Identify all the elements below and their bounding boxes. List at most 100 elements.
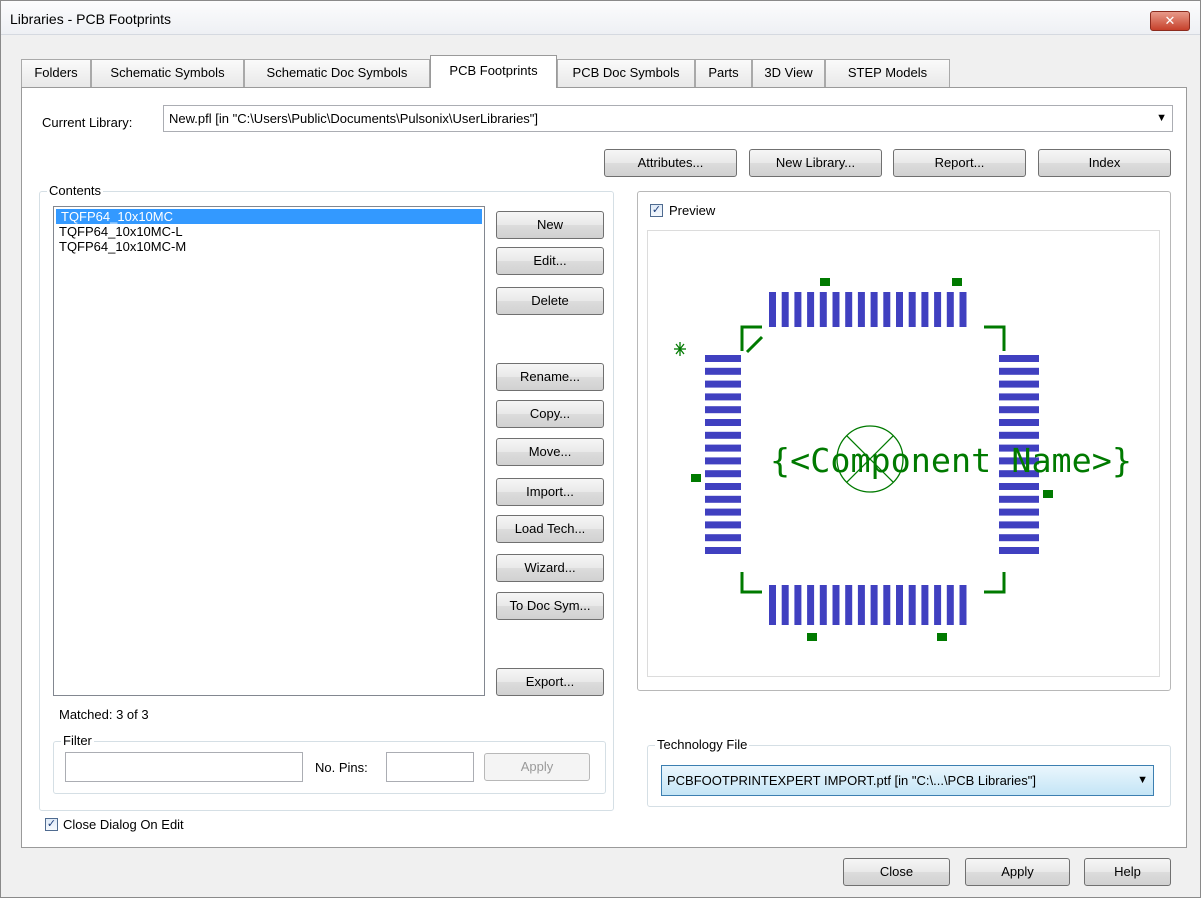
pad-left <box>705 406 741 414</box>
pad-left <box>705 508 741 516</box>
technology-file-value: PCBFOOTPRINTEXPERT IMPORT.ptf [in "C:\..… <box>667 773 1036 788</box>
help-button[interactable]: Help <box>1084 858 1171 886</box>
pad-bottom <box>883 585 891 625</box>
pad-top <box>946 292 954 327</box>
pad-right <box>999 495 1039 503</box>
copy-button[interactable]: Copy... <box>496 400 604 428</box>
new-library-button[interactable]: New Library... <box>749 149 882 177</box>
component-name-text: {<Component Name>} <box>770 441 1132 480</box>
silk-corner <box>740 572 762 594</box>
close-on-edit-label: Close Dialog On Edit <box>63 817 184 832</box>
pad-top <box>896 292 903 327</box>
pad-bottom <box>769 585 776 625</box>
current-library-label: Current Library: <box>42 115 133 130</box>
pad-left <box>705 521 741 529</box>
close-on-edit-checkbox[interactable]: ✓ <box>45 818 58 831</box>
to-doc-sym-button[interactable]: To Doc Sym... <box>496 592 604 620</box>
pad-right <box>999 367 1039 375</box>
apply-button[interactable]: Apply <box>965 858 1070 886</box>
report-button[interactable]: Report... <box>893 149 1026 177</box>
tab-pcb-doc-symbols[interactable]: PCB Doc Symbols <box>557 59 695 87</box>
tab-step-models[interactable]: STEP Models <box>825 59 950 87</box>
current-library-select[interactable]: New.pfl [in "C:\Users\Public\Documents\P… <box>163 105 1173 132</box>
libraries-dialog: Libraries - PCB Footprints ✕ Folders Sch… <box>0 0 1201 898</box>
move-button[interactable]: Move... <box>496 438 604 466</box>
pad-right <box>999 483 1039 490</box>
pad-left <box>705 393 741 401</box>
chevron-down-icon: ▼ <box>1137 774 1148 786</box>
list-item[interactable]: TQFP64_10x10MC-M <box>54 239 484 254</box>
tab-pcb-footprints[interactable]: PCB Footprints <box>430 55 557 88</box>
delete-button[interactable]: Delete <box>496 287 604 315</box>
pad-top <box>870 292 878 327</box>
chevron-down-icon: ▼ <box>1156 112 1167 124</box>
pad-bottom <box>896 585 903 625</box>
pad-left <box>705 419 741 426</box>
pad-left <box>705 457 741 465</box>
title-bar: Libraries - PCB Footprints ✕ <box>1 1 1200 35</box>
filter-title: Filter <box>61 733 94 748</box>
tab-schematic-symbols[interactable]: Schematic Symbols <box>91 59 244 87</box>
list-item[interactable]: TQFP64_10x10MC <box>56 209 482 224</box>
reference-marker <box>820 278 830 286</box>
reference-marker <box>952 278 962 286</box>
pad-bottom <box>857 585 865 625</box>
load-tech-button[interactable]: Load Tech... <box>496 515 604 543</box>
close-window-icon[interactable]: ✕ <box>1150 11 1190 31</box>
tab-folders[interactable]: Folders <box>21 59 91 87</box>
pad-top <box>908 292 916 327</box>
pad-right <box>999 534 1039 542</box>
technology-file-select[interactable]: PCBFOOTPRINTEXPERT IMPORT.ptf [in "C:\..… <box>661 765 1154 796</box>
filter-apply-button[interactable]: Apply <box>484 753 590 781</box>
pad-top <box>934 292 942 327</box>
pad-bottom <box>921 585 929 625</box>
import-button[interactable]: Import... <box>496 478 604 506</box>
pad-top <box>794 292 802 327</box>
filter-input[interactable] <box>65 752 303 782</box>
pad-right <box>999 547 1039 554</box>
list-item[interactable]: TQFP64_10x10MC-L <box>54 224 484 239</box>
attributes-button[interactable]: Attributes... <box>604 149 737 177</box>
window-title: Libraries - PCB Footprints <box>10 11 172 27</box>
pad-left <box>705 470 741 478</box>
rename-button[interactable]: Rename... <box>496 363 604 391</box>
contents-title: Contents <box>47 183 104 198</box>
pad-right <box>999 406 1039 414</box>
footprint-list[interactable]: TQFP64_10x10MC TQFP64_10x10MC-L TQFP64_1… <box>53 206 485 696</box>
pad-bottom <box>807 585 815 625</box>
preview-checkbox[interactable]: ✓ <box>650 204 663 217</box>
pad-left <box>705 367 741 375</box>
close-button[interactable]: Close <box>843 858 950 886</box>
pad-right <box>999 355 1039 362</box>
new-button[interactable]: New <box>496 211 604 239</box>
edit-button[interactable]: Edit... <box>496 247 604 275</box>
wizard-button[interactable]: Wizard... <box>496 554 604 582</box>
export-button[interactable]: Export... <box>496 668 604 696</box>
index-button[interactable]: Index <box>1038 149 1171 177</box>
footprint-preview: {<Component Name>} <box>647 230 1160 677</box>
pad-bottom <box>845 585 853 625</box>
pad-bottom <box>870 585 878 625</box>
pad-right <box>999 380 1039 388</box>
reference-marker <box>691 474 701 482</box>
pad-right <box>999 521 1039 529</box>
pad-top <box>769 292 776 327</box>
pad-bottom <box>908 585 916 625</box>
tab-schematic-doc-symbols[interactable]: Schematic Doc Symbols <box>244 59 430 87</box>
footprint-drawing: {<Component Name>} <box>674 278 1132 641</box>
pad-right <box>999 431 1039 439</box>
tab-parts[interactable]: Parts <box>695 59 752 87</box>
pad-top <box>921 292 929 327</box>
no-pins-input[interactable] <box>386 752 474 782</box>
pad-top <box>845 292 853 327</box>
pad-top <box>883 292 891 327</box>
pad-bottom <box>794 585 802 625</box>
pad-right <box>999 419 1039 426</box>
pad-top <box>832 292 840 327</box>
pad-bottom <box>819 585 827 625</box>
pad-bottom <box>781 585 789 625</box>
preview-label: Preview <box>669 203 716 218</box>
technology-title: Technology File <box>655 737 750 752</box>
pad-left <box>705 380 741 388</box>
tab-3d-view[interactable]: 3D View <box>752 59 825 87</box>
